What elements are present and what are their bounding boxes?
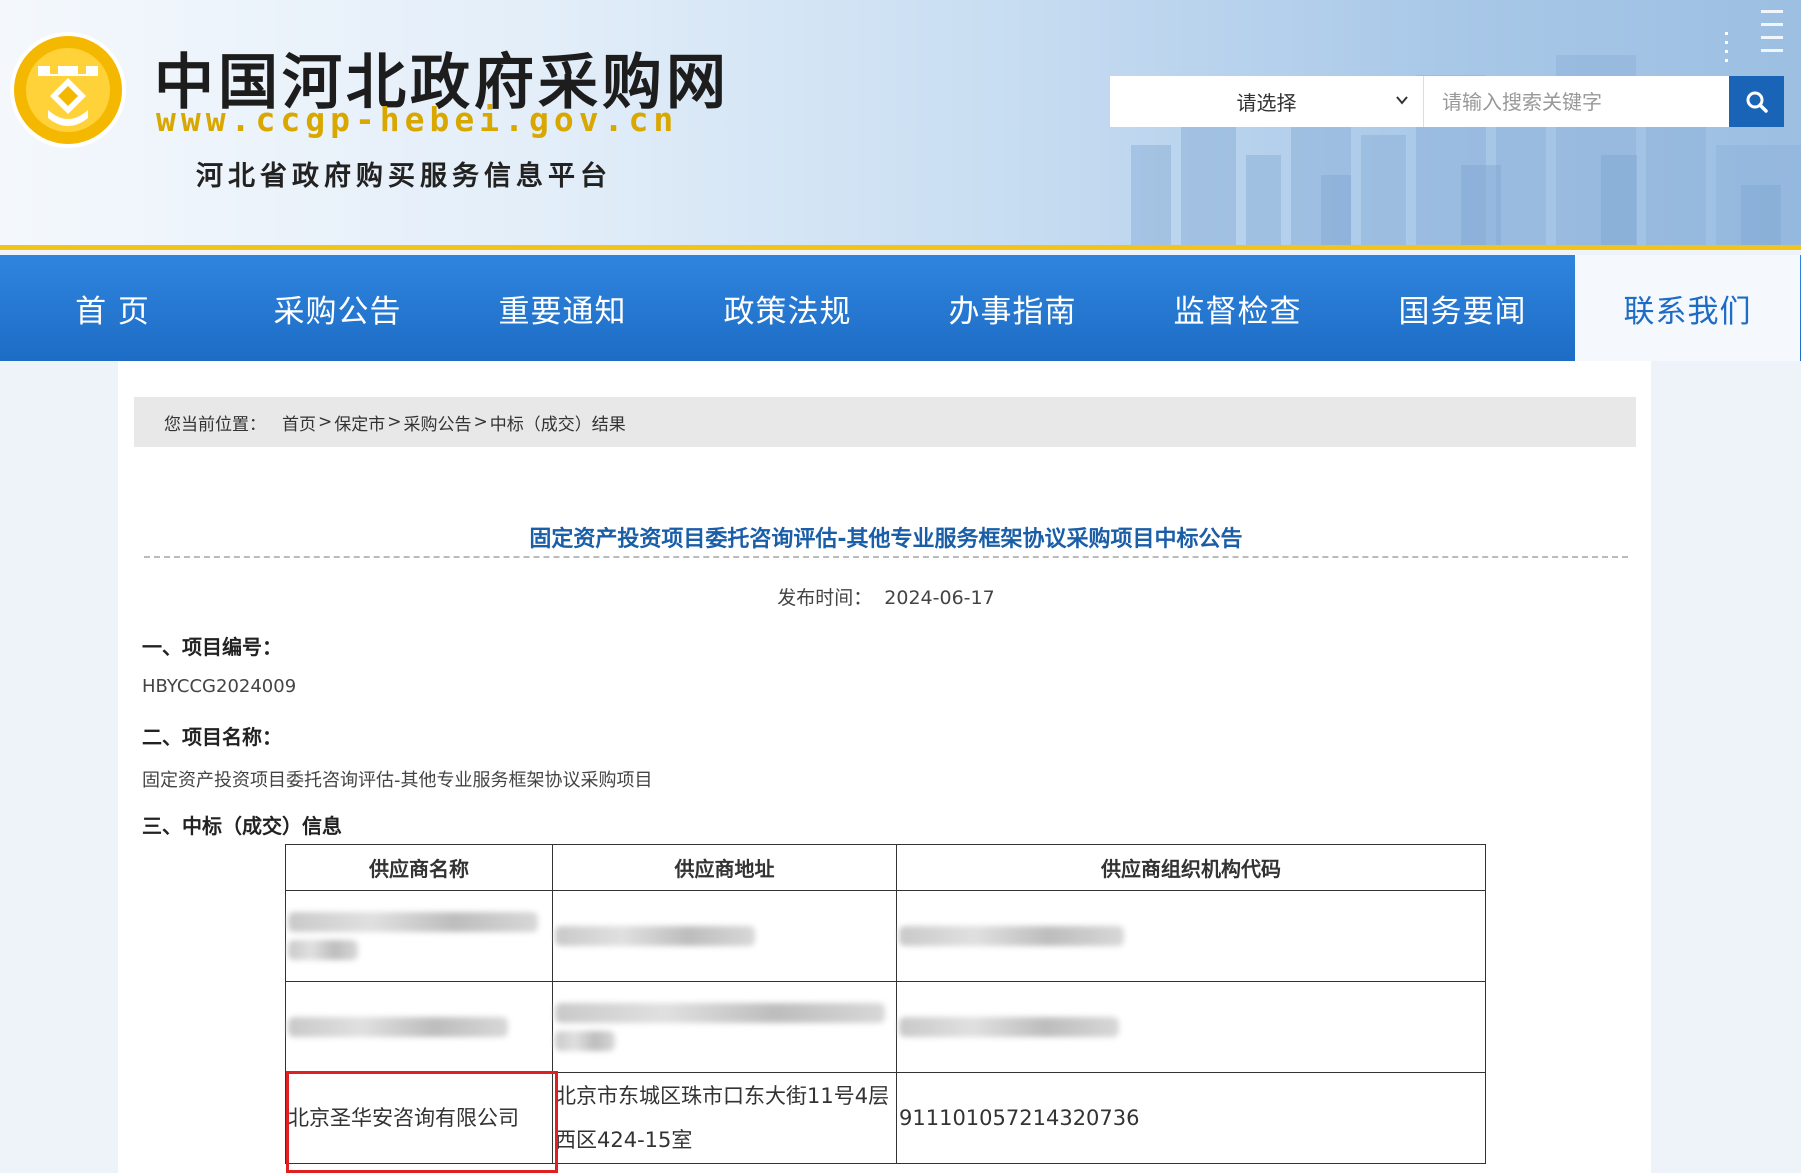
nav-item-state-news[interactable]: 国务要闻	[1350, 255, 1575, 361]
header-supplier-address: 供应商地址	[552, 844, 897, 891]
nav-item-guides[interactable]: 办事指南	[900, 255, 1125, 361]
breadcrumb-baoding[interactable]: 保定市	[334, 410, 385, 435]
search-category-select[interactable]: 请选择	[1110, 76, 1424, 127]
article-title: 固定资产投资项目委托咨询评估-其他专业服务框架协议采购项目中标公告	[529, 527, 1243, 552]
redacted-cell	[552, 981, 897, 1073]
menu-icon[interactable]	[1761, 10, 1783, 62]
search-button[interactable]	[1729, 76, 1784, 127]
breadcrumb-current: 中标（成交）结果	[489, 414, 626, 435]
breadcrumb-separator: >	[318, 412, 333, 432]
table-row	[285, 890, 1486, 982]
nav-item-home[interactable]: 首 页	[0, 255, 225, 361]
supplier-name: 北京圣华安咨询有限公司	[288, 1106, 519, 1130]
supplier-table: 供应商名称 供应商地址 供应商组织机构代码 北京圣华安咨询有限公司 北京市东城区…	[285, 844, 1486, 1173]
publish-time-label: 发布时间：	[777, 587, 873, 609]
breadcrumb-separator: >	[387, 412, 402, 432]
supplier-code: 911101057214320736	[899, 1106, 1140, 1130]
breadcrumb-procurement-notices[interactable]: 采购公告	[404, 410, 472, 435]
publish-time: 发布时间： 2024-06-17	[144, 583, 1628, 610]
project-name-value: 固定资产投资项目委托咨询评估-其他专业服务框架协议采购项目	[142, 770, 653, 791]
supplier-address-cell: 北京市东城区珠市口东大街11号4层西区424-15室	[552, 1072, 897, 1164]
redacted-cell	[285, 890, 553, 982]
site-url: www.ccgp-hebei.gov.cn	[156, 100, 679, 139]
site-header: 中国河北政府采购网 www.ccgp-hebei.gov.cn 河北省政府购买服…	[0, 0, 1801, 250]
nav-item-supervision[interactable]: 监督检查	[1125, 255, 1350, 361]
search-icon	[1746, 91, 1768, 113]
breadcrumb: 您当前位置： 首页 > 保定市 > 采购公告 > 中标（成交）结果	[134, 397, 1636, 447]
nav-item-contact[interactable]: 联系我们	[1575, 255, 1800, 361]
content-panel: 您当前位置： 首页 > 保定市 > 采购公告 > 中标（成交）结果 固定资产投资…	[118, 361, 1651, 1173]
breadcrumb-separator: >	[473, 412, 488, 432]
section-project-number-heading: 一、项目编号：	[142, 635, 282, 659]
supplier-code-cell: 911101057214320736	[896, 1072, 1486, 1164]
header-supplier-name: 供应商名称	[285, 844, 553, 891]
main-nav: 首 页 采购公告 重要通知 政策法规 办事指南 监督检查 国务要闻 联系我们	[0, 255, 1801, 361]
project-number-value: HBYCCG2024009	[142, 676, 297, 697]
redacted-cell	[285, 981, 553, 1073]
redacted-cell	[896, 890, 1486, 982]
nav-item-procurement-notices[interactable]: 采购公告	[225, 255, 450, 361]
city-skyline-graphic	[1131, 55, 1801, 245]
table-row-highlighted: 北京圣华安咨询有限公司 北京市东城区珠市口东大街11号4层西区424-15室 9…	[285, 1071, 1486, 1173]
header-supplier-code: 供应商组织机构代码	[896, 844, 1486, 891]
search-category-value: 请选择	[1236, 91, 1297, 115]
publish-date: 2024-06-17	[884, 587, 995, 609]
search-bar: 请选择	[1110, 76, 1784, 127]
section-project-name-heading: 二、项目名称：	[142, 725, 282, 749]
breadcrumb-home[interactable]: 首页	[282, 410, 316, 435]
site-subtitle: 河北省政府购买服务信息平台	[196, 161, 612, 192]
breadcrumb-label: 您当前位置：	[164, 414, 266, 435]
chevron-down-icon	[1395, 92, 1409, 111]
search-input[interactable]	[1424, 76, 1729, 127]
section-award-info-heading: 三、中标（成交）信息	[142, 814, 342, 838]
decorative-dots	[1725, 32, 1728, 68]
supplier-name-cell: 北京圣华安咨询有限公司	[285, 1071, 558, 1173]
site-logo-icon	[10, 32, 126, 148]
nav-item-policies[interactable]: 政策法规	[675, 255, 900, 361]
table-header-row: 供应商名称 供应商地址 供应商组织机构代码	[285, 844, 1486, 891]
redacted-cell	[896, 981, 1486, 1073]
table-row	[285, 981, 1486, 1073]
redacted-cell	[552, 890, 897, 982]
nav-item-important-notices[interactable]: 重要通知	[450, 255, 675, 361]
supplier-address: 北京市东城区珠市口东大街11号4层西区424-15室	[555, 1084, 890, 1152]
title-divider	[144, 556, 1628, 558]
